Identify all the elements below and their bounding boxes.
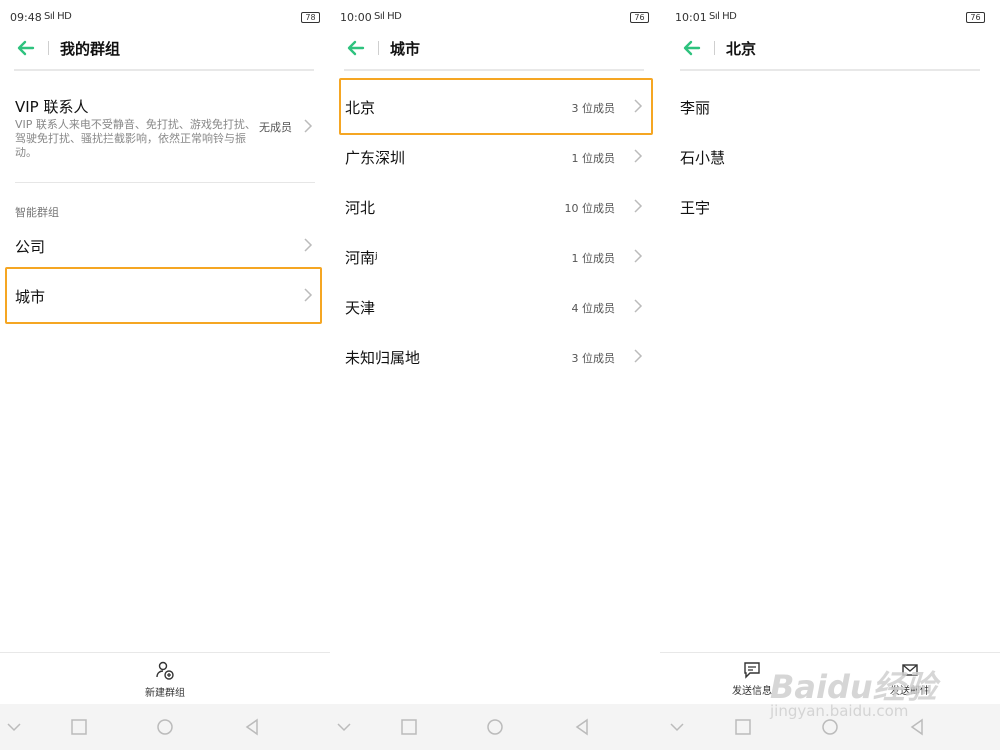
chevron-right-icon (634, 299, 643, 313)
member-name: 王宇 (680, 199, 711, 217)
city-label: 未知归属地 (345, 349, 421, 367)
vip-description: VIP 联系人来电不受静音、免打扰、游戏免打扰、驾驶免打扰、骚扰拦截影响，依然正… (15, 118, 256, 159)
nav-recents-icon[interactable] (70, 718, 88, 736)
member-count: 1 位成员 (571, 252, 616, 265)
screen-my-groups: 09:48 Sıl HD 78 我的群组 VIP 联系人 VIP 联系人来电不受… (0, 0, 330, 750)
chevron-right-icon (304, 238, 313, 252)
page-header: 我的群组 (14, 34, 314, 71)
new-group-button[interactable]: 新建群组 (140, 661, 190, 699)
nav-back-icon[interactable] (243, 718, 261, 736)
page-header: 城市 (344, 34, 644, 71)
signal-icon: Sıl HD (374, 11, 402, 22)
nav-collapse-icon[interactable] (335, 718, 353, 736)
add-group-icon (156, 661, 174, 680)
chevron-right-icon (634, 249, 643, 263)
nav-home-icon[interactable] (156, 718, 174, 736)
member-item[interactable]: 王宇 (680, 188, 985, 224)
member-count: 3 位成员 (571, 352, 616, 365)
nav-collapse-icon[interactable] (668, 718, 686, 736)
highlight-box (339, 78, 653, 135)
group-label: 公司 (15, 238, 46, 256)
nav-recents-icon[interactable] (400, 718, 418, 736)
page-header: 北京 (680, 34, 980, 71)
arrow-left-icon[interactable] (680, 36, 704, 60)
nav-collapse-icon[interactable] (5, 718, 23, 736)
system-nav-bar (330, 704, 660, 750)
member-count: 10 位成员 (564, 202, 616, 215)
chevron-right-icon (634, 149, 643, 163)
city-label: 天津 (345, 299, 376, 317)
city-label: 河南ʲ (345, 249, 378, 267)
status-bar: 10:00 Sıl HD 76 (330, 0, 660, 34)
message-icon (744, 662, 760, 679)
status-bar: 10:01 Sıl HD 76 (660, 0, 1000, 34)
member-name: 李丽 (680, 99, 711, 117)
vip-contacts-item[interactable]: VIP 联系人 VIP 联系人来电不受静音、免打扰、游戏免打扰、驾驶免打扰、骚扰… (15, 92, 315, 172)
member-item[interactable]: 石小慧 (680, 138, 985, 174)
city-label: 河北 (345, 199, 376, 217)
status-time: 09:48 (10, 11, 42, 24)
signal-icon: Sıl HD (709, 11, 737, 22)
vip-label: VIP 联系人 (15, 98, 89, 116)
nav-recents-icon[interactable] (734, 718, 752, 736)
city-item[interactable]: 未知归属地 3 位成员 (345, 338, 645, 374)
status-bar: 09:48 Sıl HD 78 (0, 0, 330, 34)
battery-icon: 78 (301, 12, 320, 23)
screen-cities: 10:00 Sıl HD 76 城市 北京 3 位成员 广东深圳 1 位成员 河… (330, 0, 660, 750)
section-title: 智能群组 (15, 206, 59, 219)
city-item[interactable]: 广东深圳 1 位成员 (345, 138, 645, 174)
header-separator (378, 41, 379, 55)
chevron-right-icon (634, 349, 643, 363)
status-time: 10:01 (675, 11, 707, 24)
member-item[interactable]: 李丽 (680, 88, 985, 124)
arrow-left-icon[interactable] (344, 36, 368, 60)
new-group-label: 新建群组 (145, 688, 185, 699)
member-name: 石小慧 (680, 149, 726, 167)
battery-icon: 76 (966, 12, 985, 23)
system-nav-bar (0, 704, 330, 750)
header-separator (714, 41, 715, 55)
screen-beijing-members: 10:01 Sıl HD 76 北京 李丽 石小慧 王宇 发送信息 发送邮件 (660, 0, 1000, 750)
status-time: 10:00 (340, 11, 372, 24)
header-separator (48, 41, 49, 55)
nav-back-icon[interactable] (573, 718, 591, 736)
bottom-toolbar: 新建群组 (0, 652, 330, 704)
arrow-left-icon[interactable] (14, 36, 38, 60)
city-item[interactable]: 河北 10 位成员 (345, 188, 645, 224)
member-count: 1 位成员 (571, 152, 616, 165)
member-count: 4 位成员 (571, 302, 616, 315)
highlight-box (5, 267, 322, 324)
page-title: 北京 (726, 40, 757, 58)
nav-home-icon[interactable] (486, 718, 504, 736)
page-title: 我的群组 (60, 40, 121, 58)
signal-icon: Sıl HD (44, 11, 72, 22)
watermark-url: jingyan.baidu.com (770, 702, 909, 720)
city-item[interactable]: 天津 4 位成员 (345, 288, 645, 324)
chevron-right-icon (304, 119, 313, 133)
divider (15, 182, 315, 183)
page-title: 城市 (390, 40, 421, 58)
baidu-watermark: Baidu经验 jingyan.baidu.com (760, 640, 960, 740)
group-item-company[interactable]: 公司 (15, 228, 315, 264)
chevron-right-icon (634, 199, 643, 213)
city-label: 广东深圳 (345, 149, 406, 167)
battery-icon: 76 (630, 12, 649, 23)
city-item[interactable]: 河南ʲ 1 位成员 (345, 238, 645, 274)
vip-count: 无成员 (259, 121, 292, 134)
